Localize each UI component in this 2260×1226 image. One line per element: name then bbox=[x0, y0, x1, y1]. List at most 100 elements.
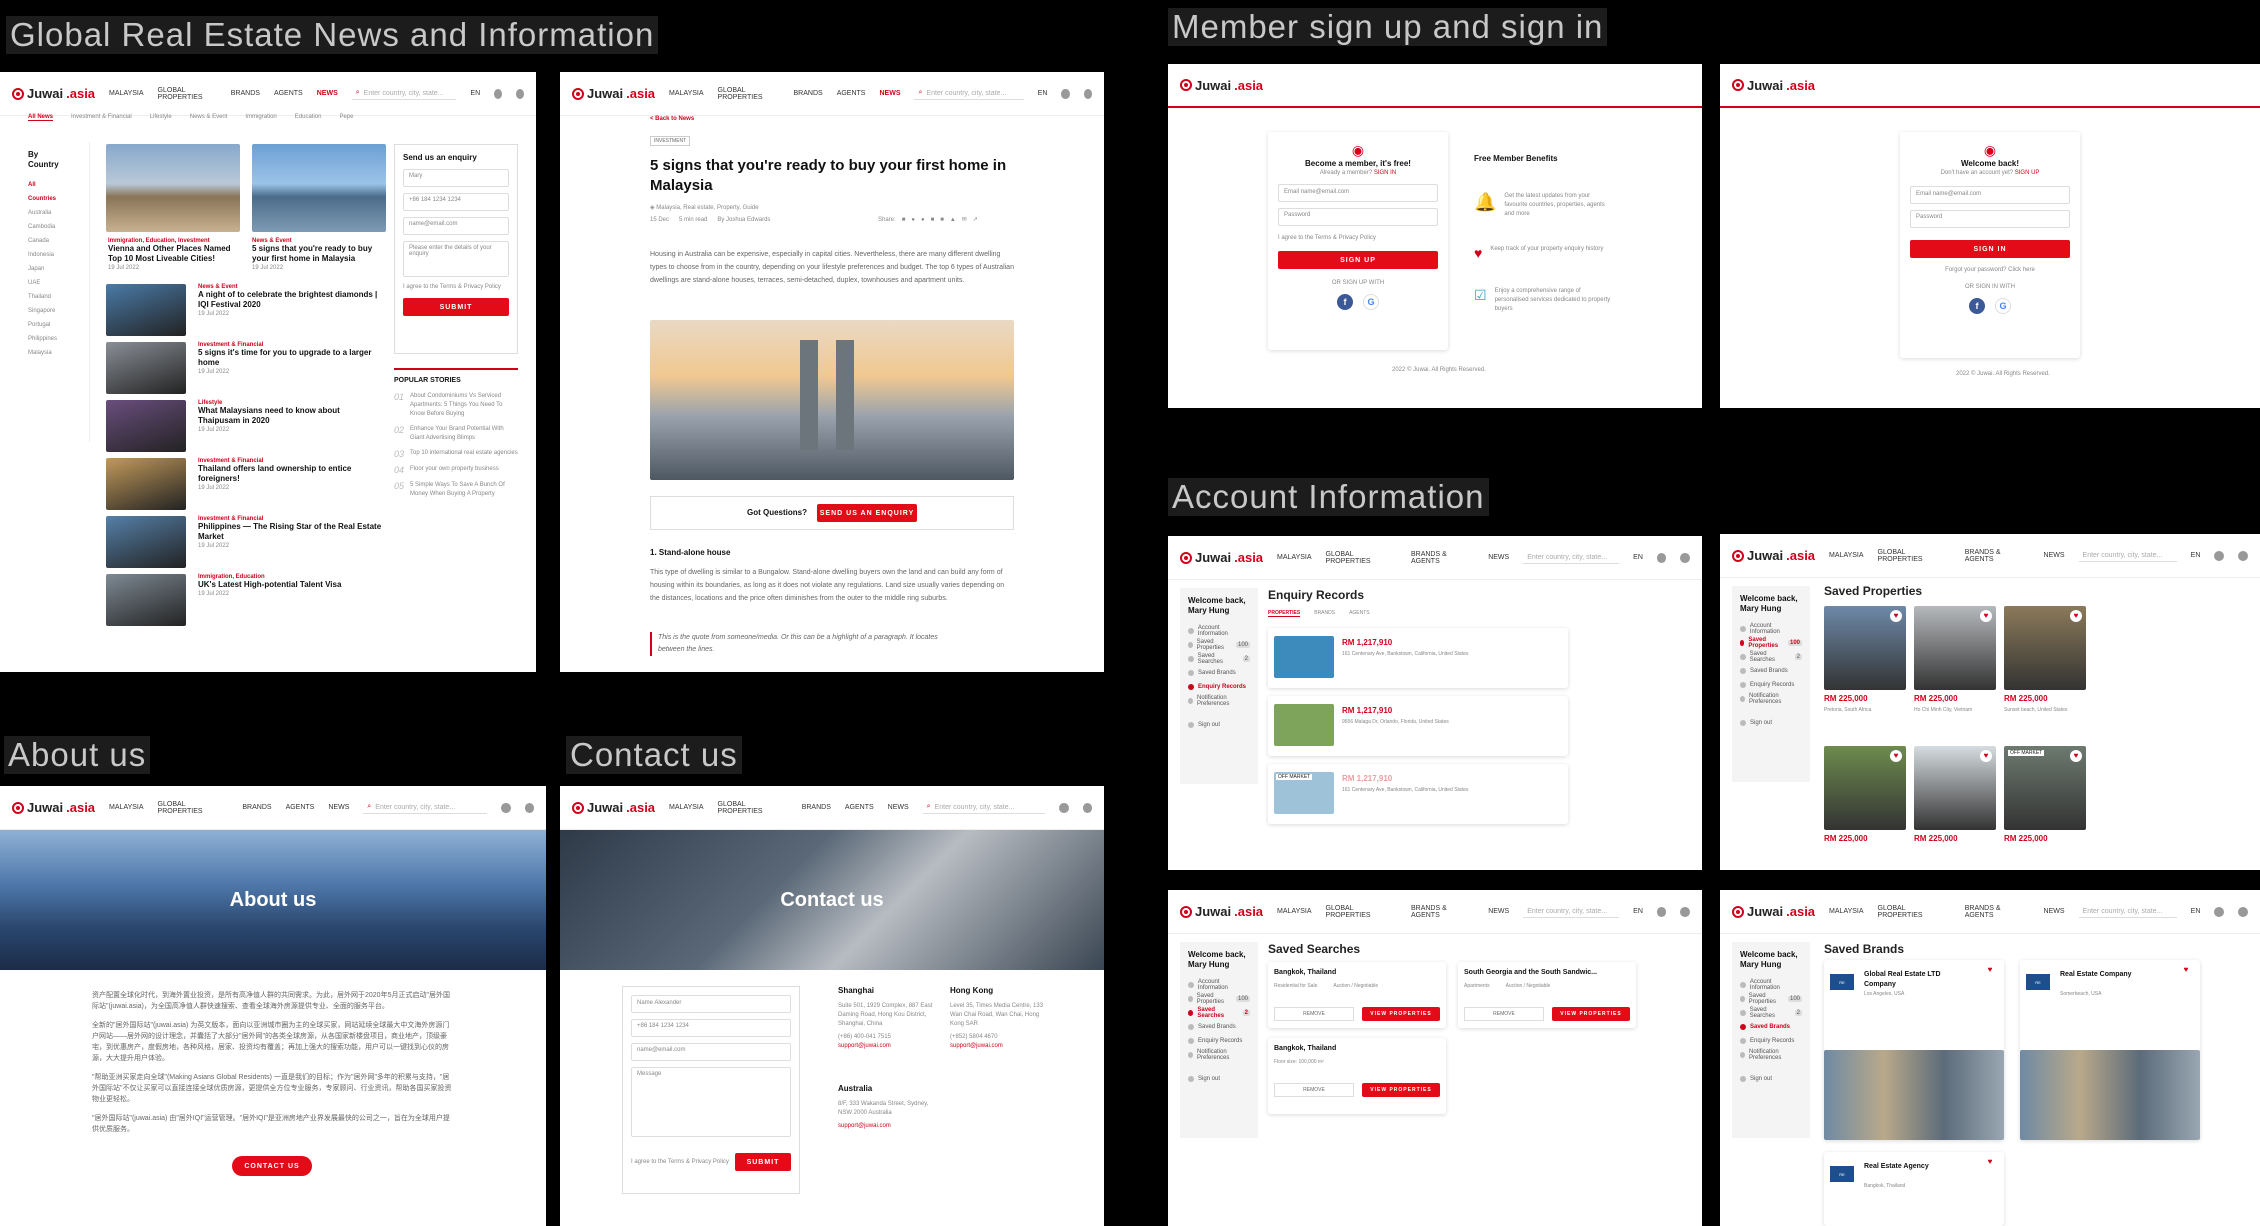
country-item[interactable]: Cambodia bbox=[28, 220, 61, 234]
news-item[interactable]: Investment & Financial Philippines — The … bbox=[198, 516, 384, 551]
password-field[interactable]: Password bbox=[1278, 208, 1438, 226]
back-link[interactable]: < Back to News bbox=[650, 116, 694, 122]
news-title[interactable]: UK's Latest High-potential Talent Visa bbox=[198, 580, 384, 590]
view-properties-button[interactable]: VIEW PROPERTIES bbox=[1362, 1083, 1440, 1097]
nav-news[interactable]: NEWS bbox=[328, 804, 349, 811]
nav-brands-agents[interactable]: BRANDS & AGENTS bbox=[1965, 905, 2030, 919]
enquiry-card[interactable]: OFF MARKET RM 1,217,910 161 Centenary Ave,… bbox=[1268, 764, 1568, 824]
sidebar-item[interactable]: Saved Searches 2 bbox=[1188, 652, 1250, 666]
submit-button[interactable]: SUBMIT bbox=[403, 298, 509, 316]
nav-country[interactable]: MALAYSIA bbox=[109, 804, 144, 811]
sidebar-item[interactable]: Account Information bbox=[1188, 624, 1250, 638]
bell-icon[interactable] bbox=[2214, 550, 2225, 561]
news-thumbnail[interactable] bbox=[106, 516, 186, 568]
search-input[interactable]: ⌕ Enter country, city, state... bbox=[914, 87, 1024, 100]
link-icon[interactable]: ↗ bbox=[973, 216, 978, 225]
heart-icon[interactable]: ♥ bbox=[1890, 750, 1902, 762]
news-thumbnail[interactable] bbox=[106, 400, 186, 452]
logo[interactable]: Juwai .asia bbox=[572, 86, 655, 101]
forgot-link[interactable]: Forgot your password? Click here bbox=[1910, 266, 2070, 275]
mail-icon[interactable]: ✉ bbox=[962, 216, 967, 225]
sidebar-item[interactable]: Saved Brands bbox=[1740, 1020, 1802, 1034]
logo[interactable]: Juwai .asia bbox=[12, 800, 95, 815]
nav-brands[interactable]: BRANDS bbox=[802, 804, 831, 811]
nav-brands-agents[interactable]: BRANDS & AGENTS bbox=[1411, 551, 1474, 565]
search-input[interactable]: Enter country, city, state... bbox=[2078, 906, 2177, 918]
featured-1[interactable]: Immigration, Education, Investment Vienn… bbox=[108, 238, 238, 273]
heart-icon[interactable]: ♥ bbox=[2070, 610, 2082, 622]
nav-country[interactable]: MALAYSIA bbox=[109, 90, 144, 97]
country-item[interactable]: Thailand bbox=[28, 290, 61, 304]
nav-news[interactable]: NEWS bbox=[317, 90, 338, 97]
news-item[interactable]: Investment & Financial 5 signs it's time … bbox=[198, 342, 384, 377]
heart-icon[interactable]: ♥ bbox=[1980, 750, 1992, 762]
logo[interactable]: Juwai .asia bbox=[1180, 78, 1263, 93]
logo[interactable]: Juwai .asia bbox=[1180, 550, 1263, 565]
tab[interactable]: AGENTS bbox=[1349, 610, 1370, 617]
country-item[interactable]: Malaysia bbox=[28, 346, 61, 360]
lang-select[interactable]: EN bbox=[2191, 908, 2201, 915]
nav-brands[interactable]: BRANDS bbox=[231, 90, 260, 97]
search-input[interactable]: Enter country, city, state... bbox=[1523, 552, 1620, 564]
sidebar-item[interactable]: Notification Preferences bbox=[1740, 1048, 1802, 1062]
remove-button[interactable]: REMOVE bbox=[1274, 1083, 1354, 1097]
nav-country[interactable]: MALAYSIA bbox=[669, 90, 704, 97]
logo[interactable]: Juwai .asia bbox=[1732, 78, 1815, 93]
sidebar-item[interactable]: Enquiry Records bbox=[1188, 680, 1250, 694]
nav-news[interactable]: NEWS bbox=[888, 804, 909, 811]
nav-country[interactable]: MALAYSIA bbox=[1277, 908, 1312, 915]
weibo-icon[interactable]: ■ bbox=[931, 216, 935, 225]
news-title[interactable]: A night of to celebrate the brightest di… bbox=[198, 290, 384, 310]
nav-country[interactable]: MALAYSIA bbox=[669, 804, 704, 811]
linkedin-icon[interactable]: ■ bbox=[940, 216, 944, 225]
email-field[interactable]: Email name@email.com bbox=[1278, 184, 1438, 202]
nav-agents[interactable]: AGENTS bbox=[274, 90, 303, 97]
country-item[interactable]: Australia bbox=[28, 206, 61, 220]
sidebar-item[interactable]: Sign out bbox=[1188, 718, 1250, 732]
google-login-icon[interactable]: G bbox=[1995, 298, 2011, 314]
sidebar-item[interactable]: Saved Searches 2 bbox=[1740, 1006, 1802, 1020]
nav-global[interactable]: GLOBAL PROPERTIES bbox=[1326, 551, 1397, 565]
story-item[interactable]: 03 Top 10 international real estate agenc… bbox=[394, 449, 518, 459]
nav-agents[interactable]: AGENTS bbox=[845, 804, 874, 811]
news-title[interactable]: 5 signs it's time for you to upgrade to … bbox=[198, 348, 384, 368]
heart-icon[interactable]: ♥ bbox=[2070, 750, 2082, 762]
view-properties-button[interactable]: VIEW PROPERTIES bbox=[1362, 1007, 1440, 1021]
country-item[interactable]: All Countries bbox=[28, 178, 61, 206]
sidebar-item[interactable]: Saved Properties 100 bbox=[1188, 638, 1250, 652]
sidebar-item[interactable]: Saved Properties 100 bbox=[1740, 992, 1802, 1006]
user-icon[interactable] bbox=[516, 88, 524, 99]
tab[interactable]: PROPERTIES bbox=[1268, 610, 1301, 617]
enquiry-card[interactable]: RM 1,217,910 161 Centenary Ave, Bankstown… bbox=[1268, 628, 1568, 688]
sidebar-item[interactable]: Account Information bbox=[1188, 978, 1250, 992]
brand-card[interactable]: RE Real Estate Agency Bangkok, Thailand ♥ bbox=[1824, 1152, 2004, 1226]
email-field[interactable]: name@email.com bbox=[631, 1043, 791, 1061]
nav-agents[interactable]: AGENTS bbox=[286, 804, 315, 811]
tab-investment[interactable]: Investment & Financial bbox=[71, 114, 132, 121]
sidebar-item[interactable]: Saved Properties 100 bbox=[1740, 636, 1802, 650]
user-icon[interactable] bbox=[2238, 906, 2248, 917]
phone-field[interactable]: +86 184 1234 1234 bbox=[403, 193, 509, 211]
twitter-icon[interactable]: ▲ bbox=[950, 216, 956, 225]
bell-icon[interactable] bbox=[1656, 906, 1667, 917]
nav-country[interactable]: MALAYSIA bbox=[1277, 554, 1312, 561]
lang-select[interactable]: EN bbox=[2191, 552, 2201, 559]
nav-news[interactable]: NEWS bbox=[2044, 552, 2065, 559]
country-item[interactable]: Portugal bbox=[28, 318, 61, 332]
nav-brands[interactable]: BRANDS bbox=[794, 90, 823, 97]
contact-us-button[interactable]: CONTACT US bbox=[232, 1156, 312, 1176]
sidebar-item[interactable]: Enquiry Records bbox=[1188, 1034, 1250, 1048]
country-item[interactable]: Canada bbox=[28, 234, 61, 248]
wechat-icon[interactable]: ● bbox=[921, 216, 925, 225]
bell-icon[interactable] bbox=[494, 88, 503, 99]
news-item[interactable]: Investment & Financial Thailand offers la… bbox=[198, 458, 384, 493]
sidebar-item[interactable]: Account Information bbox=[1740, 978, 1802, 992]
remove-button[interactable]: REMOVE bbox=[1464, 1007, 1544, 1021]
country-item[interactable]: Philippines bbox=[28, 332, 61, 346]
featured-image-1[interactable] bbox=[106, 144, 240, 232]
signin-link[interactable]: SIGN IN bbox=[1374, 170, 1396, 176]
heart-icon[interactable]: ♥ bbox=[1984, 1156, 1996, 1168]
sidebar-item[interactable]: Saved Searches 2 bbox=[1740, 650, 1802, 664]
nav-news[interactable]: NEWS bbox=[1488, 908, 1509, 915]
signup-button[interactable]: SIGN UP bbox=[1278, 251, 1438, 269]
